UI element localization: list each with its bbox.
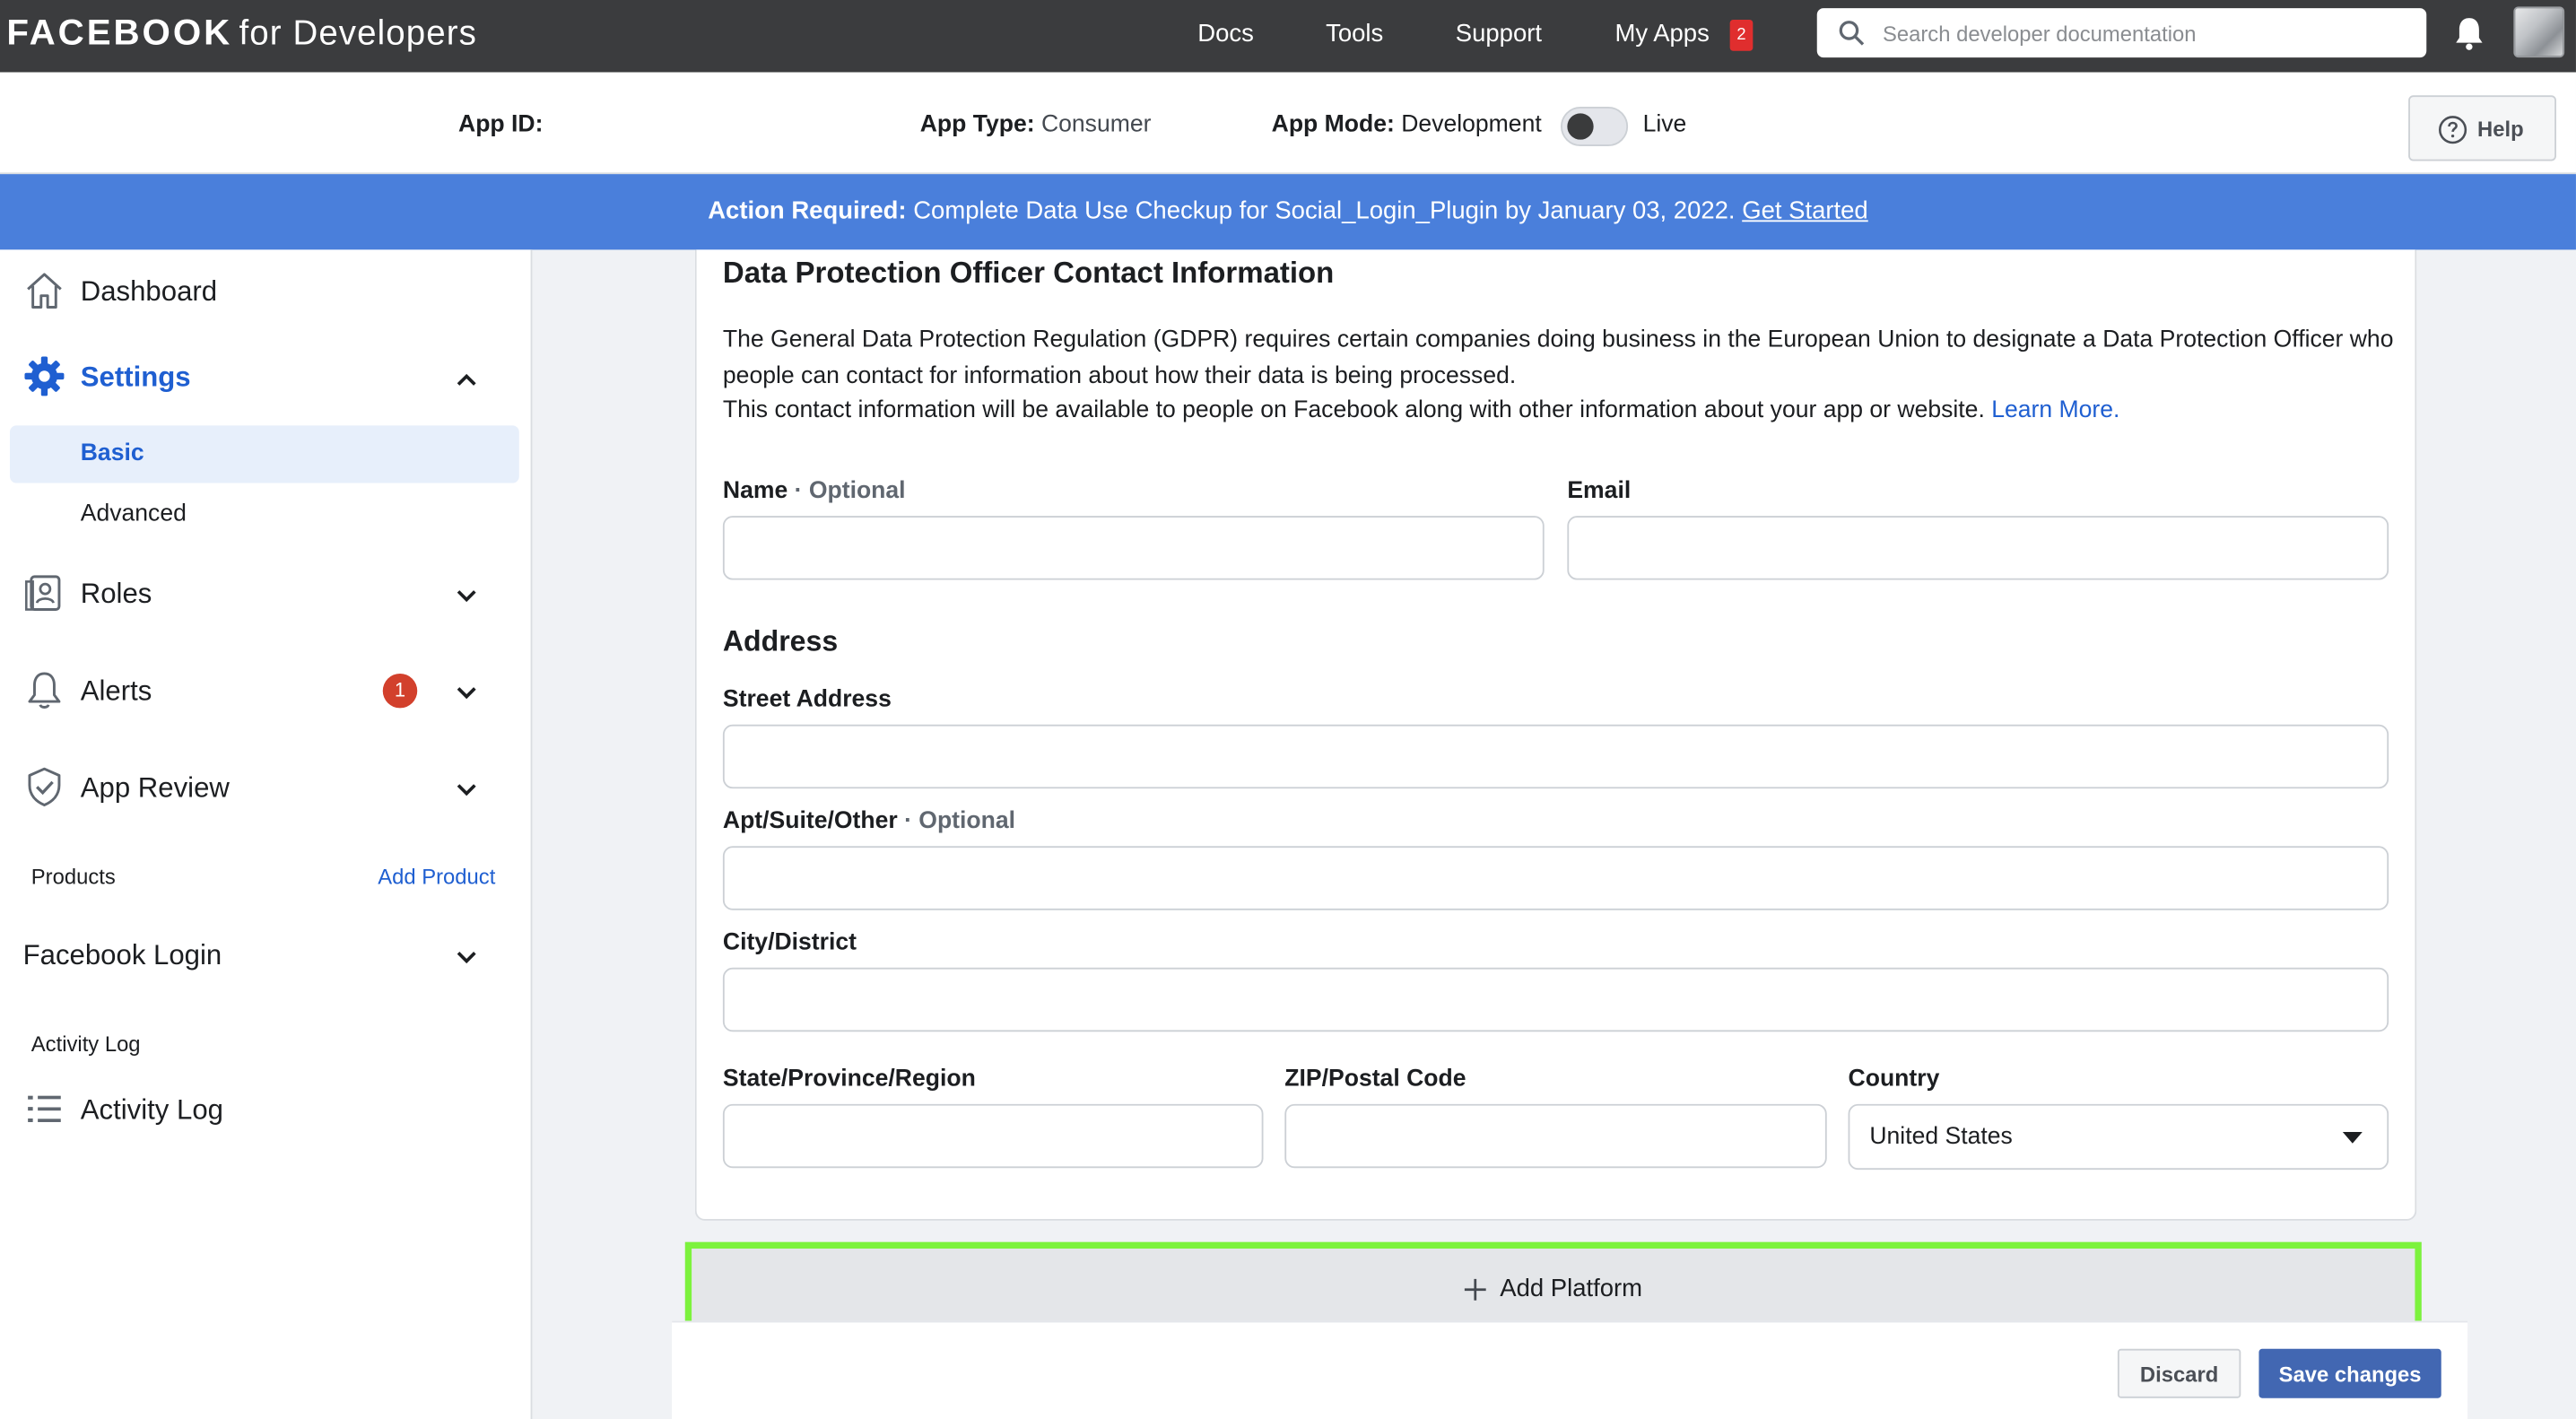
sidebar-item-basic[interactable]: Basic bbox=[81, 440, 144, 466]
top-navbar: FACEBOOK for Developers Docs Tools Suppor… bbox=[0, 0, 2576, 73]
list-icon bbox=[28, 1095, 61, 1122]
sidebar-item-settings[interactable]: Settings bbox=[0, 352, 532, 405]
street-address-label: Street Address bbox=[722, 686, 892, 713]
search-input[interactable] bbox=[1883, 14, 2409, 51]
live-label: Live bbox=[1642, 111, 1687, 138]
save-changes-button[interactable]: Save changes bbox=[2258, 1348, 2441, 1398]
zip-field[interactable] bbox=[1284, 1103, 1827, 1169]
city-label: City/District bbox=[722, 929, 857, 956]
country-label: Country bbox=[1848, 1066, 1940, 1093]
app-info-bar: App ID: App Type: Consumer App Mode: Dev… bbox=[0, 72, 2576, 175]
search-icon bbox=[1839, 21, 1865, 46]
get-started-link[interactable]: Get Started bbox=[1742, 197, 1868, 225]
nav-support-link[interactable]: Support bbox=[1456, 20, 1542, 48]
app-mode: App Mode: Development bbox=[1271, 111, 1542, 138]
sidebar-item-app-review[interactable]: App Review bbox=[0, 762, 532, 815]
facebook-developers-logo[interactable]: FACEBOOK for Developers bbox=[6, 12, 477, 55]
help-button[interactable]: Help bbox=[2408, 95, 2556, 161]
sidebar-item-dashboard[interactable]: Dashboard bbox=[0, 266, 532, 319]
activity-log-section-header: Activity Log bbox=[30, 1032, 141, 1057]
sidebar-item-alerts[interactable]: Alerts 1 bbox=[0, 666, 532, 718]
user-avatar[interactable] bbox=[2513, 6, 2565, 58]
discard-button[interactable]: Discard bbox=[2117, 1348, 2241, 1398]
apt-label: Apt/Suite/Other · Optional bbox=[722, 808, 1016, 835]
bell-icon[interactable] bbox=[2451, 14, 2487, 50]
app-type: App Type: Consumer bbox=[919, 111, 1152, 138]
sidebar-item-activity-log[interactable]: Activity Log bbox=[0, 1084, 532, 1137]
name-field[interactable] bbox=[722, 516, 1545, 580]
alerts-count-badge: 1 bbox=[382, 673, 418, 709]
street-address-field[interactable] bbox=[722, 724, 2389, 789]
toggle-knob bbox=[1567, 113, 1594, 140]
chevron-down-icon[interactable] bbox=[455, 585, 478, 608]
learn-more-link[interactable]: Learn More. bbox=[1991, 398, 2119, 424]
nav-docs-link[interactable]: Docs bbox=[1197, 20, 1254, 48]
chevron-down-icon[interactable] bbox=[455, 946, 478, 970]
my-apps-count-badge: 2 bbox=[1729, 19, 1754, 51]
add-platform-button[interactable]: Add Platform bbox=[684, 1241, 2422, 1329]
section-title: Data Protection Officer Contact Informat… bbox=[722, 256, 1335, 290]
shield-check-icon bbox=[28, 767, 61, 806]
name-label: Name · Optional bbox=[722, 477, 906, 505]
search-box[interactable] bbox=[1816, 8, 2427, 58]
add-product-link[interactable]: Add Product bbox=[378, 864, 495, 888]
email-field[interactable] bbox=[1567, 516, 2389, 580]
sidebar-item-roles[interactable]: Roles bbox=[0, 569, 532, 622]
caret-down-icon bbox=[2342, 1131, 2363, 1144]
action-required-banner: Action Required: Complete Data Use Check… bbox=[0, 174, 2576, 250]
sidebar-item-facebook-login[interactable]: Facebook Login bbox=[0, 930, 532, 983]
city-field[interactable] bbox=[722, 967, 2389, 1032]
home-icon bbox=[27, 273, 62, 309]
chevron-up-icon[interactable] bbox=[455, 368, 478, 391]
bell-outline-icon bbox=[28, 672, 61, 709]
roles-icon bbox=[25, 575, 61, 611]
app-id-label: App ID: bbox=[458, 111, 544, 138]
banner-prefix: Action Required: bbox=[708, 196, 907, 225]
zip-label: ZIP/Postal Code bbox=[1284, 1066, 1466, 1093]
nav-my-apps-link[interactable]: My Apps bbox=[1614, 20, 1709, 48]
dpo-contact-card: Data Protection Officer Contact Informat… bbox=[694, 249, 2417, 1221]
chevron-down-icon[interactable] bbox=[455, 682, 478, 705]
products-section-header: Products bbox=[30, 864, 116, 889]
sidebar-item-advanced[interactable]: Advanced bbox=[81, 501, 187, 527]
state-label: State/Province/Region bbox=[722, 1066, 976, 1093]
question-circle-icon bbox=[2439, 116, 2467, 144]
form-footer: Discard Save changes bbox=[672, 1320, 2468, 1419]
address-heading: Address bbox=[722, 624, 839, 657]
gear-icon bbox=[24, 356, 65, 396]
state-field[interactable] bbox=[722, 1103, 1264, 1169]
app-mode-toggle[interactable] bbox=[1561, 107, 1629, 147]
plus-icon bbox=[1464, 1278, 1486, 1301]
chevron-down-icon[interactable] bbox=[455, 779, 478, 802]
country-select[interactable]: United States bbox=[1848, 1103, 2389, 1171]
apt-suite-field[interactable] bbox=[722, 846, 2389, 910]
banner-text: Complete Data Use Checkup for Social_Log… bbox=[913, 196, 1736, 225]
section-description: The General Data Protection Regulation (… bbox=[722, 326, 2394, 425]
nav-tools-link[interactable]: Tools bbox=[1326, 20, 1383, 48]
sidebar: Dashboard Settings Basic Advanced Roles … bbox=[0, 249, 533, 1419]
email-label: Email bbox=[1567, 477, 1632, 505]
